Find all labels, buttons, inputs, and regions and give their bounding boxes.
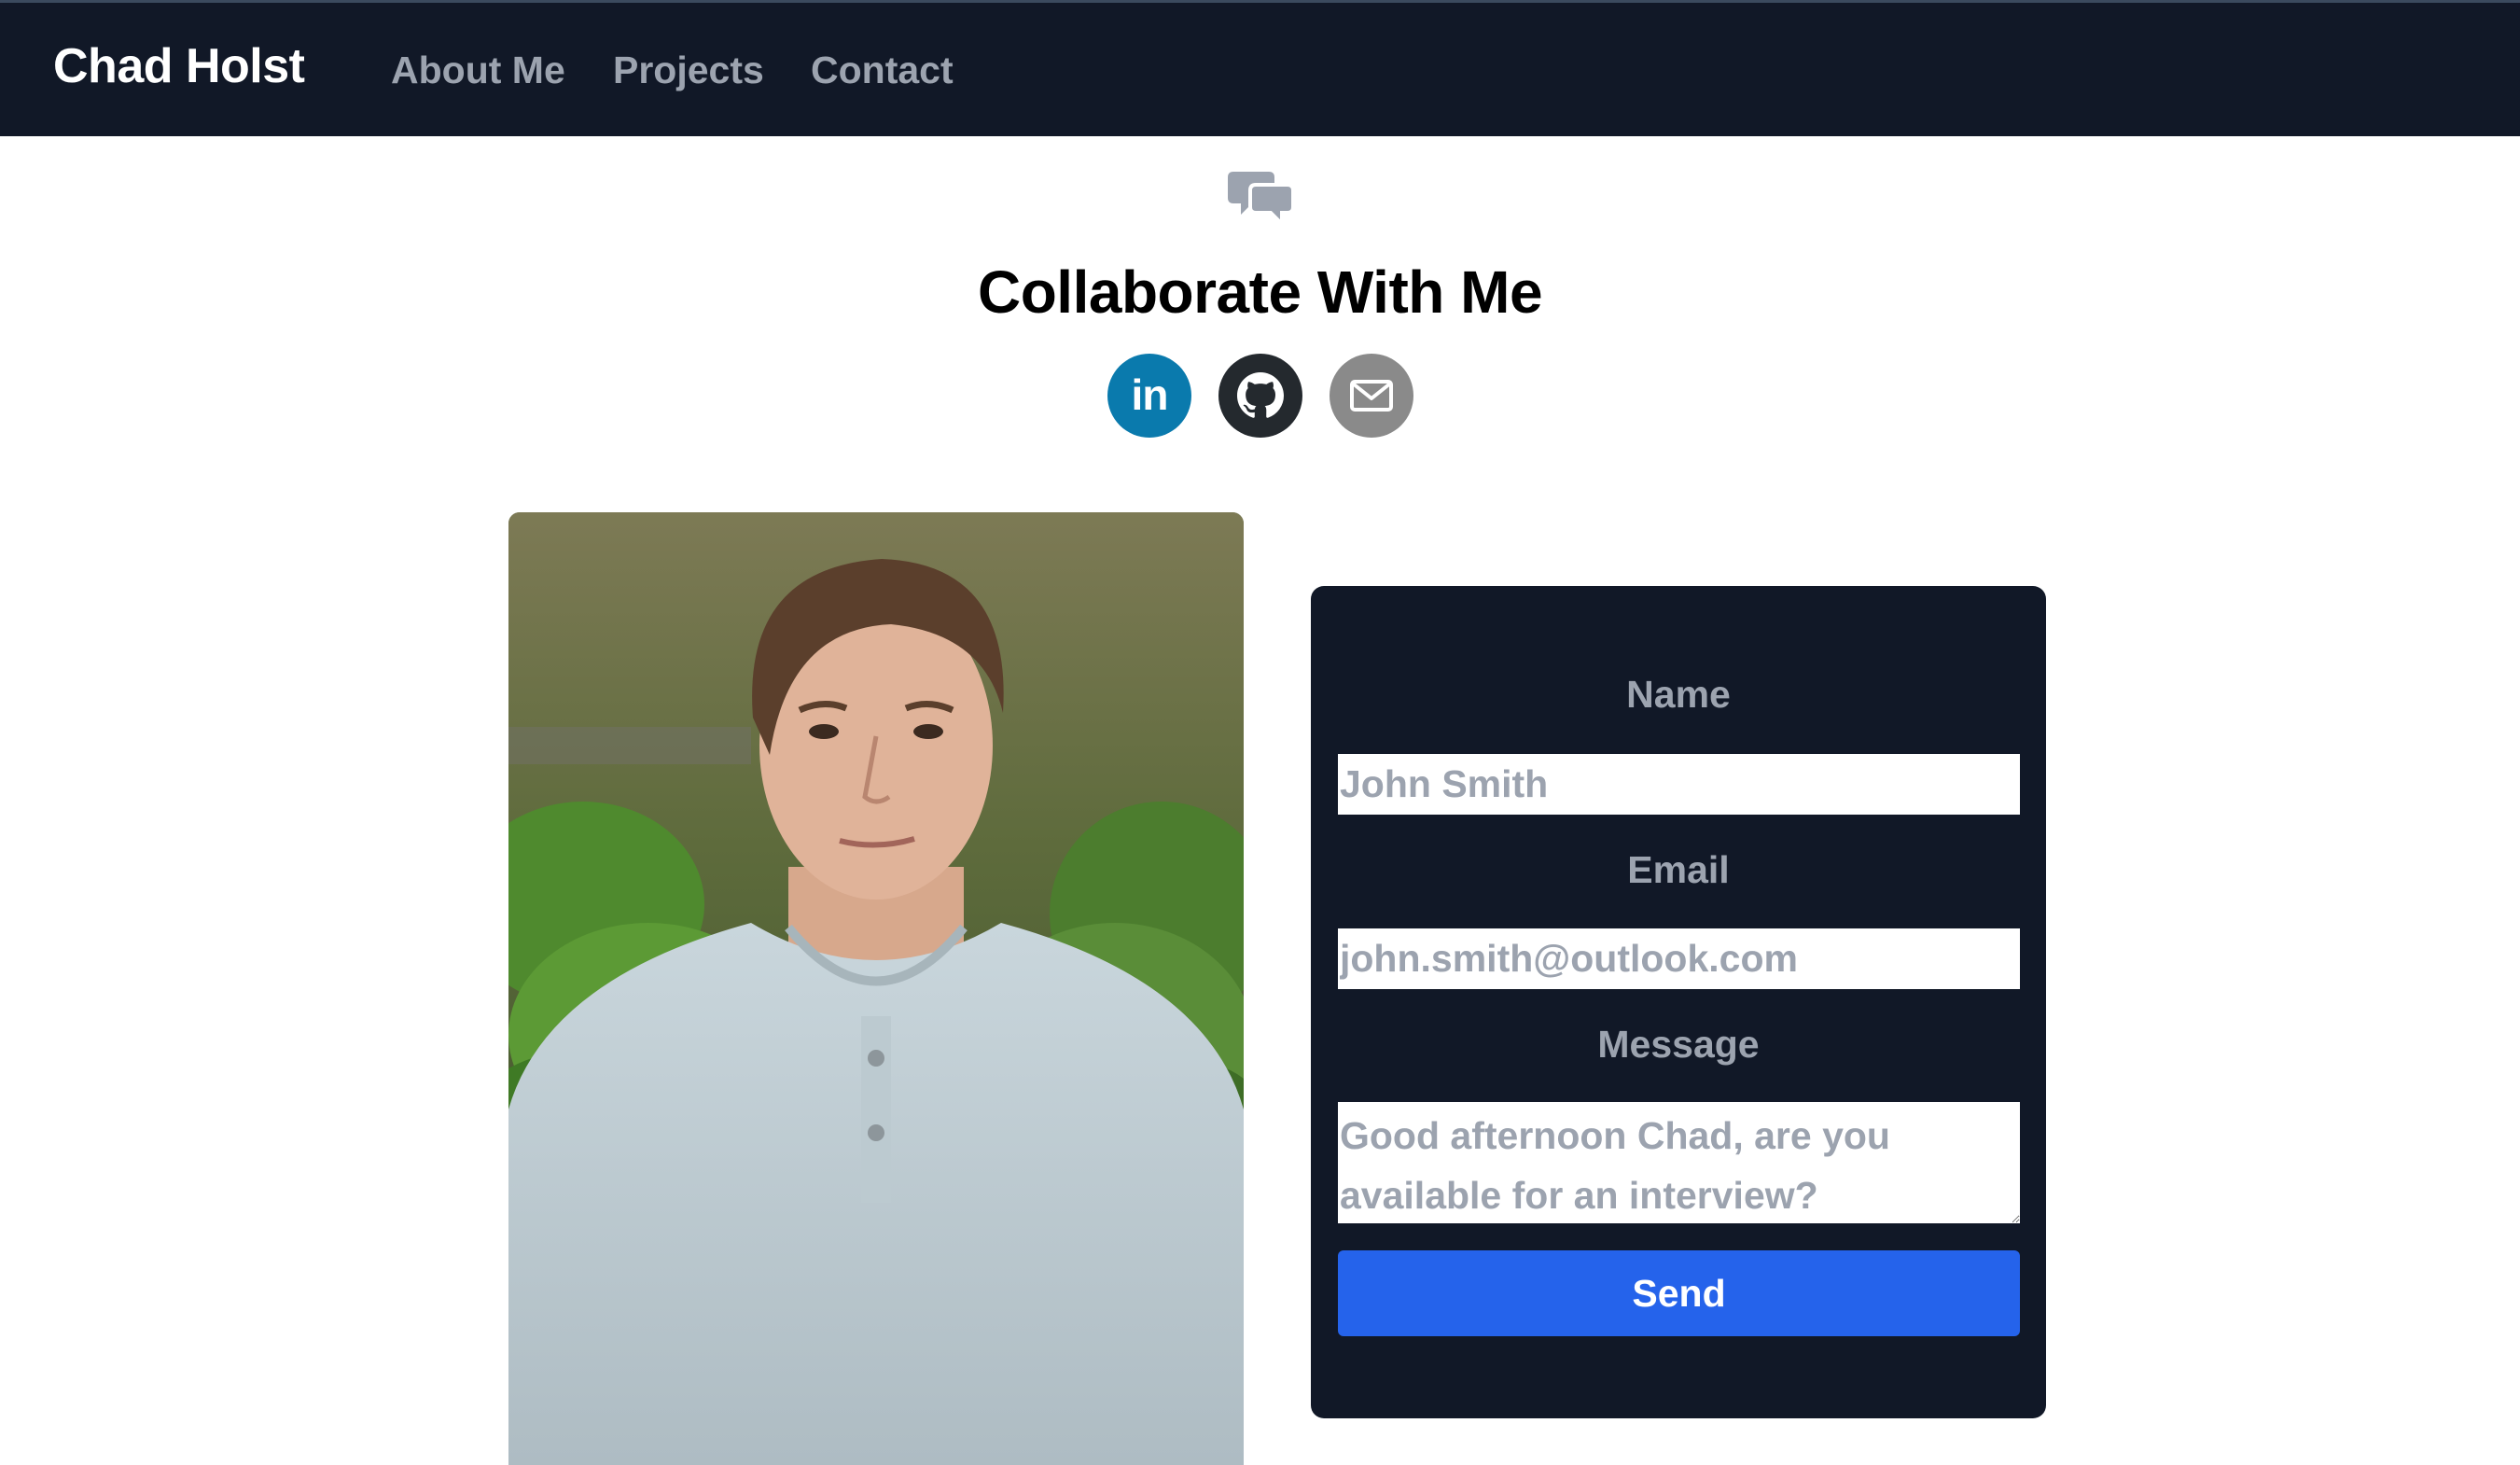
top-navbar: Chad Holst About Me Projects Contact (0, 0, 2520, 136)
send-button[interactable]: Send (1338, 1250, 2020, 1336)
nav-link-contact[interactable]: Contact (811, 49, 954, 91)
linkedin-icon: in (1131, 370, 1169, 419)
message-label: Message (1597, 1023, 1760, 1066)
page-title: Collaborate With Me (977, 258, 1543, 326)
chat-bubbles-icon (1228, 172, 1293, 228)
contact-form: Name Email Message Send (1311, 586, 2046, 1418)
message-textarea[interactable] (1338, 1102, 2020, 1223)
github-icon (1237, 372, 1284, 418)
name-label: Name (1626, 673, 1731, 716)
nav-link-projects[interactable]: Projects (613, 49, 764, 91)
mail-icon (1350, 380, 1393, 412)
email-button[interactable] (1330, 354, 1413, 438)
linkedin-button[interactable]: in (1107, 354, 1191, 438)
email-input[interactable] (1338, 928, 2020, 989)
profile-photo (508, 512, 1244, 1465)
email-label: Email (1627, 848, 1730, 891)
github-button[interactable] (1218, 354, 1302, 438)
brand-logo-text[interactable]: Chad Holst (53, 39, 305, 93)
name-input[interactable] (1338, 754, 2020, 815)
nav-link-about-me[interactable]: About Me (391, 49, 565, 91)
